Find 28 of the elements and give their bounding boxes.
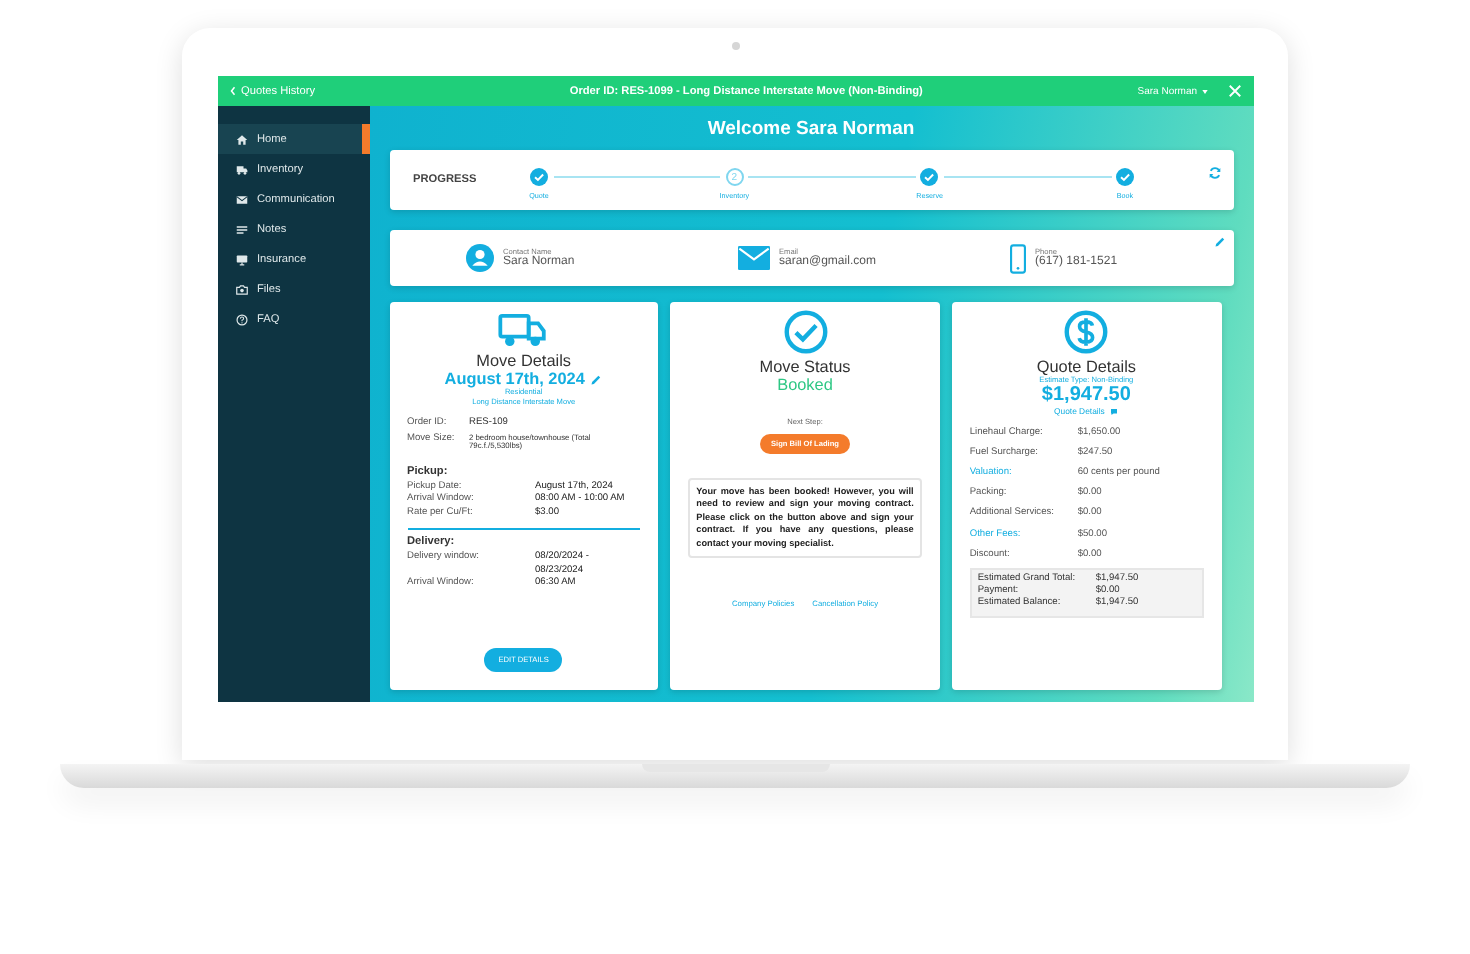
card-title: Move Details — [476, 352, 571, 370]
envelope-icon — [235, 193, 247, 205]
pencil-icon[interactable] — [1213, 236, 1225, 248]
envelope-icon — [737, 246, 769, 270]
phone-icon — [1009, 243, 1025, 273]
welcome-heading: Welcome Sara Norman — [705, 118, 917, 140]
check-circle-icon — [783, 310, 827, 354]
truck-icon — [498, 314, 549, 348]
camera-icon — [235, 283, 247, 295]
question-icon — [235, 313, 247, 325]
camera-dot — [731, 42, 739, 50]
card-title: Quote Details — [1036, 358, 1136, 376]
chevron-left-icon — [229, 86, 235, 96]
monitor-icon — [235, 253, 247, 265]
truck-icon — [235, 163, 247, 175]
home-icon — [235, 133, 247, 145]
close-icon[interactable] — [1227, 84, 1241, 98]
move-date: August 17th, 2024 — [444, 370, 585, 388]
caret-icon — [1201, 89, 1207, 93]
speech-bubble-icon — [1110, 407, 1119, 416]
card-title: Move Status — [759, 358, 851, 376]
dollar-circle-icon — [1064, 310, 1109, 354]
lines-icon — [235, 223, 247, 235]
pencil-icon[interactable] — [590, 373, 603, 385]
refresh-icon[interactable] — [1207, 165, 1221, 179]
move-status: Booked — [777, 376, 833, 394]
quote-total: $1,947.50 — [1041, 386, 1131, 407]
user-icon — [465, 244, 493, 272]
